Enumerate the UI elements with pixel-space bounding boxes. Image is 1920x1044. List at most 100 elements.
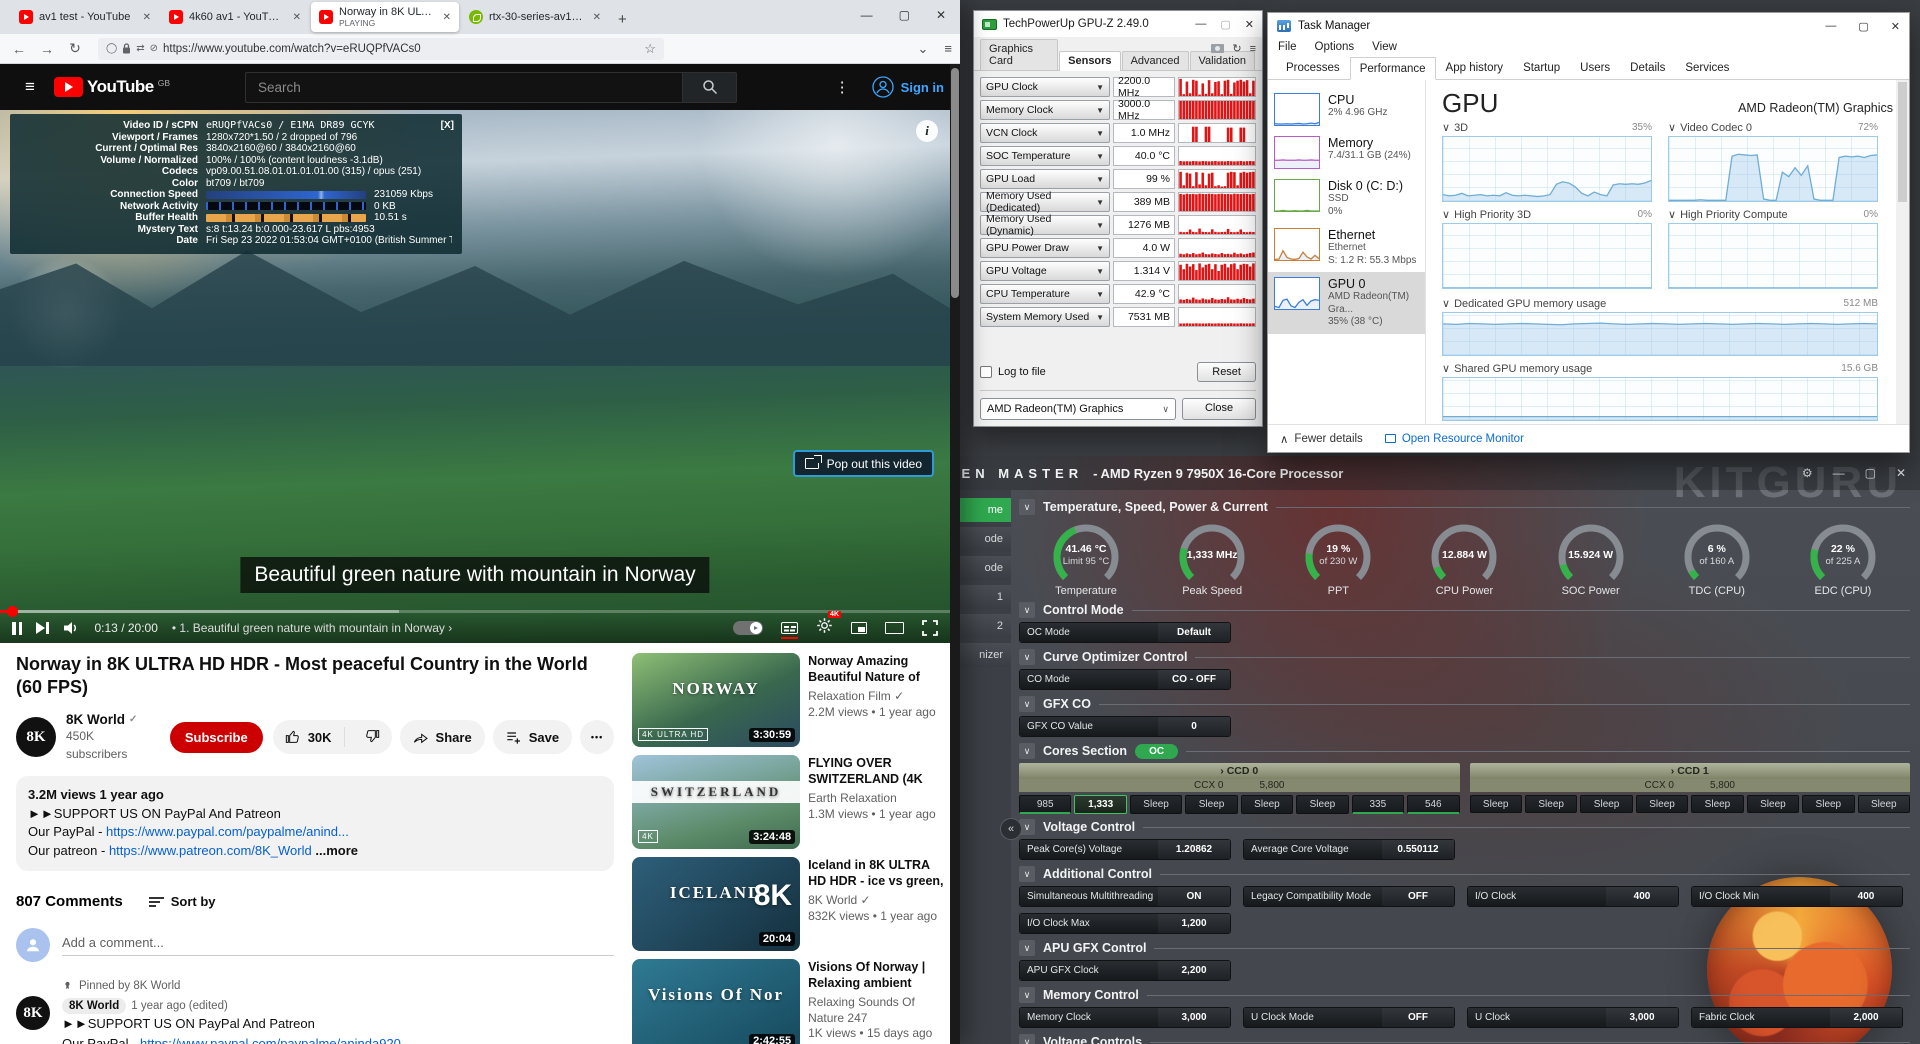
gpuz-tab-graphics-card[interactable]: Graphics Card — [980, 39, 1058, 70]
control-legacy-compatibility-mode[interactable]: Legacy Compatibility ModeOFF — [1243, 886, 1455, 907]
open-resource-monitor-link[interactable]: Open Resource Monitor — [1385, 433, 1524, 445]
settings-gear-icon[interactable]: ⚙ — [1802, 466, 1813, 480]
popout-video-button[interactable]: Pop out this video — [793, 450, 934, 477]
device-dropdown[interactable]: AMD Radeon(TM) Graphics ∨ — [980, 398, 1176, 420]
browser-tab[interactable]: rtx-30-series-av1-decoding✕ — [461, 2, 609, 32]
sidebar-item-disk-0-c-d-[interactable]: Disk 0 (C: D:)SSD0% — [1268, 174, 1425, 223]
pause-button[interactable] — [12, 622, 22, 635]
control-peak-core-s-voltage[interactable]: Peak Core(s) Voltage1.20862 — [1019, 839, 1231, 860]
chevron-down-icon[interactable]: ∨ — [1019, 987, 1035, 1003]
chevron-down-icon[interactable]: ∨ — [1019, 602, 1035, 618]
settings-gear-button[interactable]: 4K — [816, 617, 833, 639]
tab-close-icon[interactable]: ✕ — [291, 10, 303, 25]
core-cell[interactable]: Sleep — [1470, 795, 1522, 813]
maximize-button[interactable]: ▢ — [1220, 18, 1230, 31]
chevron-down-icon[interactable]: ∨ — [1442, 121, 1450, 134]
fewer-details-button[interactable]: ∧ Fewer details — [1280, 432, 1363, 446]
core-cell[interactable]: Sleep — [1802, 795, 1854, 813]
suggested-video-item[interactable]: Visions Of Nor2:42:55Visions Of Norway |… — [632, 959, 944, 1044]
chevron-down-icon[interactable]: ∨ — [1442, 208, 1450, 221]
chevron-down-icon[interactable]: ∨ — [1668, 208, 1676, 221]
video-player[interactable]: Video ID / sCPNeRUQPfVACs0 / E1MA DR89 G… — [0, 110, 950, 643]
browser-tab[interactable]: 4k60 av1 - YouTube✕ — [161, 2, 309, 32]
sensor-dropdown[interactable]: GPU Clock▼ — [980, 77, 1110, 97]
more-actions-button[interactable]: ••• — [580, 720, 614, 754]
sidebar-item-cpu[interactable]: CPU2% 4.96 GHz — [1268, 88, 1425, 131]
close-button[interactable]: ✕ — [1896, 466, 1906, 480]
control-simultaneous-multithreading[interactable]: Simultaneous MultithreadingON — [1019, 886, 1231, 907]
sensor-dropdown[interactable]: GPU Power Draw▼ — [980, 238, 1110, 258]
dislike-button[interactable] — [352, 728, 392, 747]
chevron-down-icon[interactable]: ∨ — [1019, 649, 1035, 665]
control-i-o-clock-min[interactable]: I/O Clock Min400 — [1691, 886, 1903, 907]
close-app-button[interactable]: Close — [1182, 398, 1256, 420]
menu-view[interactable]: View — [1372, 41, 1397, 53]
forward-button[interactable]: → — [36, 41, 58, 57]
control-i-o-clock[interactable]: I/O Clock400 — [1467, 886, 1679, 907]
show-more-button[interactable]: ...more — [315, 843, 358, 858]
menu-options[interactable]: Options — [1315, 41, 1355, 53]
core-cell[interactable]: Sleep — [1691, 795, 1743, 813]
stats-close-button[interactable]: [X] — [441, 120, 454, 131]
core-cell[interactable]: Sleep — [1130, 795, 1182, 814]
chevron-down-icon[interactable]: ∨ — [1019, 866, 1035, 882]
shield-blocked-icon[interactable]: ⊘ — [150, 43, 158, 54]
core-cell[interactable]: Sleep — [1241, 795, 1293, 814]
refresh-icon[interactable]: ↻ — [1232, 42, 1241, 55]
youtube-logo[interactable]: YouTube GB — [54, 77, 170, 97]
suggested-video-item[interactable]: SWITZERLAND4K3:24:48FLYING OVER SWITZERL… — [632, 755, 944, 849]
tab-close-icon[interactable]: ✕ — [441, 10, 453, 25]
video-description[interactable]: 3.2M views 1 year ago ►►SUPPORT US ON Pa… — [16, 776, 614, 871]
sensor-dropdown[interactable]: VCN Clock▼ — [980, 123, 1110, 143]
sidebar-item-memory[interactable]: Memory7.4/31.1 GB (24%) — [1268, 131, 1425, 174]
save-button[interactable]: Save — [493, 720, 572, 754]
info-button[interactable]: i — [916, 120, 938, 142]
sensor-dropdown[interactable]: Memory Used (Dedicated)▼ — [980, 192, 1110, 212]
fullscreen-icon[interactable] — [922, 620, 938, 636]
tab-performance[interactable]: Performance — [1350, 57, 1436, 80]
maximize-button[interactable]: ▢ — [899, 8, 910, 22]
sidebar-collapse-button[interactable]: « — [1000, 818, 1022, 840]
video-thumbnail[interactable]: SWITZERLAND4K3:24:48 — [632, 755, 800, 849]
add-comment-input[interactable]: Add a comment... — [62, 935, 614, 956]
tab-services[interactable]: Services — [1675, 57, 1739, 79]
sensor-dropdown[interactable]: Memory Used (Dynamic)▼ — [980, 215, 1110, 235]
volume-icon[interactable] — [63, 620, 81, 636]
suggested-video-title[interactable]: Iceland in 8K ULTRA HD HDR - ice vs gree… — [808, 857, 944, 890]
chevron-down-icon[interactable]: ∨ — [1019, 940, 1035, 956]
control-i-o-clock-max[interactable]: I/O Clock Max1,200 — [1019, 913, 1231, 934]
control-apu-gfx-clock[interactable]: APU GFX Clock2,200 — [1019, 960, 1231, 981]
screenshot-camera-icon[interactable] — [1211, 44, 1224, 53]
control-oc-mode[interactable]: OC ModeDefault — [1019, 622, 1231, 643]
video-thumbnail[interactable]: NORWAY4K ULTRA HD3:30:59 — [632, 653, 800, 747]
suggested-video-channel[interactable]: Earth Relaxation — [808, 791, 944, 807]
reset-button[interactable]: Reset — [1197, 362, 1256, 382]
chevron-down-icon[interactable]: ∨ — [1019, 696, 1035, 712]
chevron-down-icon[interactable]: ∨ — [1442, 297, 1450, 310]
tab-app-history[interactable]: App history — [1436, 57, 1514, 79]
tm-scrollbar[interactable] — [1896, 80, 1909, 438]
like-button[interactable]: 30K — [273, 727, 345, 747]
core-cell[interactable]: Sleep — [1525, 795, 1577, 813]
chapter-title[interactable]: • 1. Beautiful green nature with mountai… — [172, 621, 452, 635]
core-cell[interactable]: Sleep — [1747, 795, 1799, 813]
kebab-menu-icon[interactable]: ⋮ — [835, 78, 850, 96]
suggested-video-channel[interactable]: Relaxation Film ✓ — [808, 689, 944, 705]
comment-author-badge[interactable]: 8K World — [62, 998, 126, 1014]
subtitles-icon[interactable] — [781, 622, 798, 634]
bookmark-star-icon[interactable]: ☆ — [644, 41, 656, 57]
close-button[interactable]: ✕ — [1245, 18, 1254, 31]
next-button[interactable] — [36, 622, 49, 634]
browser-tab[interactable]: Norway in 8K ULTRA HD HDR -PLAYING✕ — [311, 2, 459, 32]
log-to-file-checkbox[interactable] — [980, 366, 992, 378]
control-memory-clock[interactable]: Memory Clock3,000 — [1019, 1007, 1231, 1028]
url-text[interactable]: https://www.youtube.com/watch?v=eRUQPfVA… — [163, 43, 639, 55]
ccd-header[interactable]: › CCD 0 — [1019, 763, 1460, 779]
tab-close-icon[interactable]: ✕ — [591, 10, 603, 25]
url-bar[interactable]: ◯ ⇄ ⊘ https://www.youtube.com/watch?v=eR… — [98, 38, 664, 60]
ccd-header[interactable]: › CCD 1 — [1470, 763, 1911, 779]
channel-name[interactable]: 8K World — [66, 712, 125, 727]
suggested-video-title[interactable]: Norway Amazing Beautiful Nature of Aurla… — [808, 653, 944, 686]
sort-by-button[interactable]: Sort by — [149, 894, 216, 909]
search-button[interactable] — [683, 72, 737, 103]
